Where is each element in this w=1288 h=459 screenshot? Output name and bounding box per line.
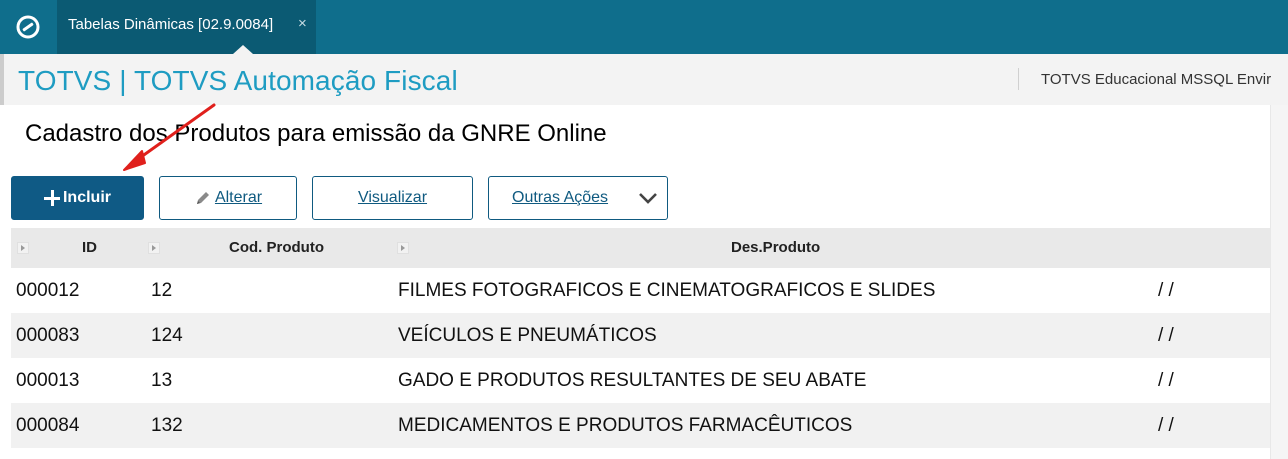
- header-divider: [1018, 68, 1019, 90]
- sort-arrow-icon[interactable]: [397, 242, 409, 254]
- cell-date: / /: [1158, 370, 1174, 391]
- cell-id: 000013: [16, 370, 80, 391]
- grid-header: ID Cod. Produto Des.Produto: [11, 228, 1270, 268]
- column-header-des-produto[interactable]: Des.Produto: [731, 239, 820, 256]
- tab-tabelas-dinamicas[interactable]: Tabelas Dinâmicas [02.9.0084] ×: [57, 0, 316, 54]
- cell-des-produto: MEDICAMENTOS E PRODUTOS FARMACÊUTICOS: [398, 415, 853, 436]
- cell-cod-produto: 124: [151, 325, 183, 346]
- cell-date: / /: [1158, 280, 1174, 301]
- outras-acoes-label: Outras Ações: [512, 189, 609, 206]
- table-row[interactable]: 000083 124 VEÍCULOS E PNEUMÁTICOS / /: [11, 313, 1270, 358]
- cell-date: / /: [1158, 415, 1174, 436]
- alterar-label: Alterar: [214, 189, 263, 206]
- cell-cod-produto: 12: [151, 280, 173, 301]
- table-row[interactable]: 000013 13 GADO E PRODUTOS RESULTANTES DE…: [11, 358, 1270, 403]
- sort-arrow-icon[interactable]: [148, 242, 160, 254]
- outras-acoes-button[interactable]: Outras Ações: [488, 176, 668, 220]
- column-header-id[interactable]: ID: [82, 239, 97, 256]
- tab-notch: [233, 45, 253, 54]
- sort-arrow-icon[interactable]: [17, 242, 29, 254]
- app-window: Tabelas Dinâmicas [02.9.0084] × TOTVS | …: [0, 0, 1288, 459]
- visualizar-button[interactable]: Visualizar: [312, 176, 473, 220]
- cell-des-produto: VEÍCULOS E PNEUMÁTICOS: [398, 325, 657, 346]
- cell-id: 000083: [16, 325, 80, 346]
- vertical-scrollbar[interactable]: [1270, 105, 1288, 459]
- chevron-down-icon: [639, 193, 657, 204]
- page-title: Cadastro dos Produtos para emissão da GN…: [25, 120, 607, 147]
- app-header: TOTVS | TOTVS Automação Fiscal TOTVS Edu…: [0, 54, 1288, 105]
- table-row[interactable]: 000084 132 MEDICAMENTOS E PRODUTOS FARMA…: [11, 403, 1270, 448]
- incluir-button[interactable]: Incluir: [11, 176, 144, 220]
- cell-cod-produto: 13: [151, 370, 173, 391]
- close-icon[interactable]: ×: [298, 15, 307, 32]
- top-bar: Tabelas Dinâmicas [02.9.0084] ×: [0, 0, 1288, 54]
- cell-des-produto: GADO E PRODUTOS RESULTANTES DE SEU ABATE: [398, 370, 867, 391]
- table-row[interactable]: 000012 12 FILMES FOTOGRAFICOS E CINEMATO…: [11, 268, 1270, 313]
- tab-label: Tabelas Dinâmicas [02.9.0084]: [68, 16, 274, 33]
- incluir-label: Incluir: [62, 189, 111, 206]
- totvs-logo-svg: [16, 15, 40, 39]
- cell-date: / /: [1158, 325, 1174, 346]
- cell-id: 000084: [16, 415, 80, 436]
- plus-icon: [43, 190, 60, 206]
- cell-des-produto: FILMES FOTOGRAFICOS E CINEMATOGRAFICOS E…: [398, 280, 936, 301]
- cell-id: 000012: [16, 280, 80, 301]
- visualizar-label: Visualizar: [357, 189, 428, 206]
- cell-cod-produto: 132: [151, 415, 183, 436]
- pencil-icon: [196, 192, 209, 204]
- totvs-logo-icon[interactable]: [0, 0, 56, 54]
- environment-label: TOTVS Educacional MSSQL Envir: [1041, 71, 1272, 88]
- app-title: TOTVS | TOTVS Automação Fiscal: [18, 65, 458, 96]
- column-header-cod-produto[interactable]: Cod. Produto: [229, 239, 324, 256]
- alterar-button[interactable]: Alterar: [159, 176, 297, 220]
